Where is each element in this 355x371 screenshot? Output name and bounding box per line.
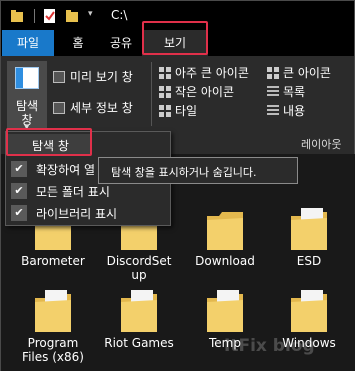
layout-content[interactable]: 내용 [267,102,305,120]
layout-small-icons[interactable]: 작은 아이콘 [159,83,234,101]
details-pane-label: 세부 정보 창 [70,101,133,115]
divider [34,9,35,23]
folder-small-icon [11,10,23,22]
layout-tiles[interactable]: 타일 [159,102,197,120]
folder-icon [207,290,243,332]
checkmark-icon: ✔ [11,205,27,221]
folder-item[interactable]: Riot Games [96,282,182,364]
tooltip-text: 탐색 창을 표시하거나 숨깁니다. [111,166,257,179]
watermark: ItFix blog [224,336,315,356]
details-pane-button[interactable]: 세부 정보 창 [53,99,133,117]
list-icon [267,86,279,98]
folder-name: Program Files (x86) [22,336,84,364]
layout-large-icons-label: 큰 아이콘 [283,66,331,80]
layout-extra-large-icons[interactable]: 아주 큰 아이콘 [159,64,249,82]
folder-item[interactable]: ESD [266,200,352,282]
folder-icon [291,290,327,332]
menu-item-show-libraries[interactable]: ✔ 라이브러리 표시 [6,202,170,224]
large-icons-icon [267,67,279,79]
folder-icon [35,290,71,332]
layout-extra-large-icons-label: 아주 큰 아이콘 [175,66,249,80]
folder-name: Riot Games [104,336,174,350]
layout-list[interactable]: 목록 [267,83,305,101]
preview-pane-label: 미리 보기 창 [70,70,133,84]
properties-icon[interactable] [44,9,56,23]
navigation-pane-icon [15,67,39,89]
folder-icon [207,212,243,250]
folder-item[interactable]: Download [182,200,268,282]
layout-content-label: 내용 [283,104,306,118]
layout-list-label: 목록 [283,85,306,99]
layout-group-label: 레이아웃 [301,138,342,151]
ribbon-panel: 탐색 창 ▼ 미리 보기 창 세부 정보 창 아주 큰 아이콘 큰 아이콘 작은… [0,56,355,132]
highlight-box-view-tab [142,21,208,55]
small-icons-icon [159,86,171,98]
checkmark-icon: ✔ [11,161,27,177]
customize-quick-access-icon[interactable]: ▾ [88,9,93,19]
menu-item-label: 라이브러리 표시 [36,207,118,221]
tab-home[interactable]: 홈 [61,30,95,56]
menu-item-label: 확장하여 열 [36,163,96,177]
navigation-pane-button[interactable]: 탐색 창 ▼ [7,61,47,131]
layout-tiles-label: 타일 [175,104,198,118]
tab-share[interactable]: 공유 [101,30,141,56]
layout-large-icons[interactable]: 큰 아이콘 [267,64,331,82]
window-title: C:\ [111,8,128,22]
menu-item-label: 모든 폴더 표시 [36,185,110,199]
tab-file[interactable]: 파일 [2,30,54,56]
extra-large-icons-icon [159,67,171,79]
new-folder-icon[interactable] [66,9,78,23]
folder-icon [291,208,327,250]
folder-icon [121,290,157,332]
tiles-icon [159,105,171,117]
folder-item[interactable]: Program Files (x86) [10,282,96,364]
tooltip: 탐색 창을 표시하거나 숨깁니다. [98,157,298,184]
folder-name: Barometer [21,254,85,268]
divider [151,62,152,126]
preview-pane-icon [53,71,65,83]
folder-name: DiscordSet up [106,254,172,282]
layout-small-icons-label: 작은 아이콘 [175,85,235,99]
details-pane-icon [53,102,65,114]
folder-name: Download [195,254,255,268]
content-icon [267,105,279,117]
preview-pane-button[interactable]: 미리 보기 창 [53,68,133,86]
checkmark-icon: ✔ [11,183,27,199]
folder-name: ESD [296,254,322,268]
highlight-box-nav-pane-item [6,128,92,156]
